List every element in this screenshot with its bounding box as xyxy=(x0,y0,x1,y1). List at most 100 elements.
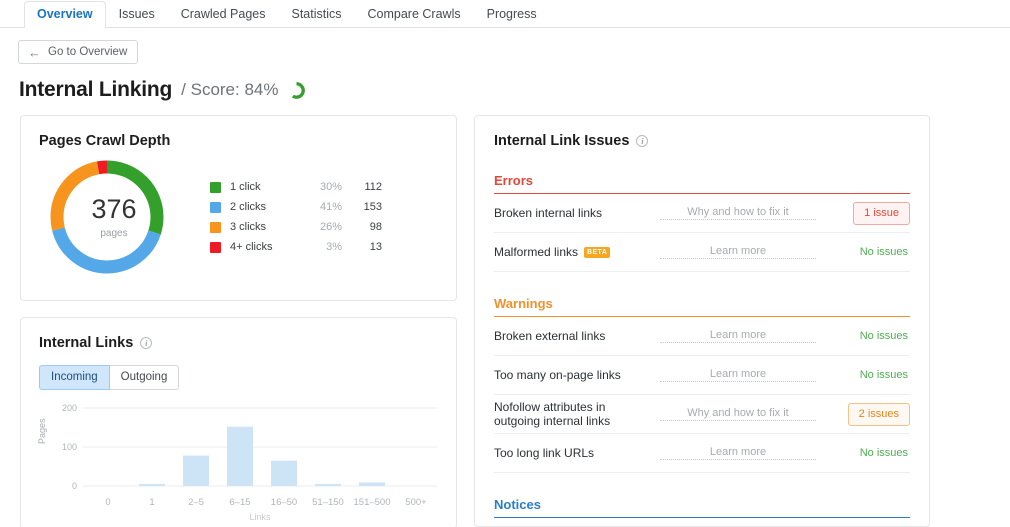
issue-help-link[interactable]: Learn more xyxy=(660,368,816,382)
svg-text:100: 100 xyxy=(62,442,77,452)
tab-progress[interactable]: Progress xyxy=(474,1,550,28)
internal-links-bar-chart[interactable]: Pages 200 100 0 xyxy=(39,400,438,520)
legend-percent: 41% xyxy=(302,201,342,213)
tab-crawled-pages[interactable]: Crawled Pages xyxy=(168,1,279,28)
internal-link-issues-card: Internal Link Issues i Errors Broken int… xyxy=(474,115,930,527)
legend-label: 4+ clicks xyxy=(230,241,302,253)
page-title: Internal Linking / Score: 84% xyxy=(0,64,1010,102)
main-tab-bar: Overview Issues Crawled Pages Statistics… xyxy=(0,0,1010,28)
crawl-depth-donut-chart[interactable]: 376 pages xyxy=(47,157,181,277)
status-badge[interactable]: 1 issue xyxy=(853,202,910,225)
y-axis-title: Pages xyxy=(37,418,47,444)
legend-swatch-1-click xyxy=(210,182,221,193)
issue-row: Too long link URLs Learn more No issues xyxy=(494,434,910,473)
legend-swatch-3-clicks xyxy=(210,222,221,233)
issue-link-cell: Learn more xyxy=(650,446,826,460)
svg-text:200: 200 xyxy=(62,403,77,413)
x-axis-title: Links xyxy=(249,512,271,520)
breadcrumb: ← Go to Overview xyxy=(0,28,1010,64)
left-column: Pages Crawl Depth 376 xyxy=(20,115,457,527)
info-icon[interactable]: i xyxy=(636,135,648,147)
legend-label: 2 clicks xyxy=(230,201,302,213)
right-column: Internal Link Issues i Errors Broken int… xyxy=(474,115,930,527)
internal-links-card: Internal Links i Incoming Outgoing Pages xyxy=(20,317,457,527)
legend-item[interactable]: 2 clicks 41% 153 xyxy=(210,201,382,213)
legend-item[interactable]: 3 clicks 26% 98 xyxy=(210,221,382,233)
issue-label: Broken external links xyxy=(494,329,650,343)
legend-percent: 3% xyxy=(302,241,342,253)
issue-help-link[interactable]: Why and how to fix it xyxy=(660,206,816,220)
tab-statistics[interactable]: Statistics xyxy=(279,1,355,28)
toggle-outgoing[interactable]: Outgoing xyxy=(110,365,180,390)
svg-text:0: 0 xyxy=(72,481,77,491)
legend-value: 153 xyxy=(342,201,382,213)
issue-label: Nofollow attributes in outgoing external… xyxy=(494,524,650,527)
issue-status-cell: 1 issue xyxy=(826,202,910,225)
legend-percent: 26% xyxy=(302,221,342,233)
issue-link-cell: Learn more xyxy=(650,329,826,343)
issue-link-cell: Why and how to fix it xyxy=(650,206,826,220)
legend-label: 3 clicks xyxy=(230,221,302,233)
legend-value: 98 xyxy=(342,221,382,233)
issue-status-cell: 2 issues xyxy=(826,403,910,426)
issue-label: Too long link URLs xyxy=(494,446,650,460)
pages-crawl-depth-title: Pages Crawl Depth xyxy=(39,133,438,149)
page-score-text: / Score: 84% xyxy=(181,80,278,100)
issue-status-cell: No issues xyxy=(826,326,910,347)
issue-label: Nofollow attributes in outgoing internal… xyxy=(494,400,650,428)
issue-row: Broken internal links Why and how to fix… xyxy=(494,194,910,233)
toggle-incoming[interactable]: Incoming xyxy=(39,365,110,390)
progress-ring-icon xyxy=(287,81,306,100)
links-direction-toggle: Incoming Outgoing xyxy=(39,365,179,390)
issue-label: Broken internal links xyxy=(494,206,650,220)
internal-links-title-text: Internal Links xyxy=(39,335,133,351)
issue-status-cell: No issues xyxy=(826,443,910,464)
status-badge: No issues xyxy=(850,443,910,464)
tab-overview[interactable]: Overview xyxy=(24,1,106,28)
issue-row: Nofollow attributes in outgoing internal… xyxy=(494,395,910,434)
tab-issues[interactable]: Issues xyxy=(106,1,168,28)
legend-item[interactable]: 4+ clicks 3% 13 xyxy=(210,241,382,253)
issue-help-link[interactable]: Why and how to fix it xyxy=(660,407,816,421)
legend-value: 13 xyxy=(342,241,382,253)
status-badge: No issues xyxy=(850,242,910,263)
status-badge[interactable]: 2 issues xyxy=(848,403,910,426)
legend-item[interactable]: 1 click 30% 112 xyxy=(210,181,382,193)
issue-link-cell: Why and how to fix it xyxy=(650,407,826,421)
issue-status-cell: No issues xyxy=(826,242,910,263)
legend-label: 1 click xyxy=(230,181,302,193)
svg-text:0: 0 xyxy=(105,497,110,508)
svg-text:1: 1 xyxy=(149,497,154,508)
internal-links-title: Internal Links i xyxy=(39,335,438,351)
arrow-left-icon: ← xyxy=(28,47,41,58)
issue-row: Malformed links BETA Learn more No issue… xyxy=(494,233,910,272)
legend-swatch-4-plus-clicks xyxy=(210,242,221,253)
info-icon[interactable]: i xyxy=(140,337,152,349)
issue-help-link[interactable]: Learn more xyxy=(660,329,816,343)
svg-text:151–500: 151–500 xyxy=(354,497,391,508)
issue-help-link[interactable]: Learn more xyxy=(660,446,816,460)
internal-link-issues-title-text: Internal Link Issues xyxy=(494,133,629,149)
content-columns: Pages Crawl Depth 376 xyxy=(0,102,1010,527)
issue-status-cell: No issues xyxy=(826,365,910,386)
go-to-overview-button[interactable]: ← Go to Overview xyxy=(18,40,138,64)
issue-link-cell: Learn more xyxy=(650,368,826,382)
status-badge: No issues xyxy=(850,365,910,386)
issue-label-wrap: Malformed links BETA xyxy=(494,245,650,259)
tab-compare-crawls[interactable]: Compare Crawls xyxy=(355,1,474,28)
issue-row: Nofollow attributes in outgoing external… xyxy=(494,518,910,527)
issue-help-link[interactable]: Learn more xyxy=(660,245,816,259)
internal-link-issues-title: Internal Link Issues i xyxy=(494,133,910,149)
issue-link-cell: Learn more xyxy=(650,245,826,259)
legend-swatch-2-clicks xyxy=(210,202,221,213)
svg-text:6–15: 6–15 xyxy=(229,497,250,508)
section-header-notices: Notices xyxy=(494,497,910,518)
legend-percent: 30% xyxy=(302,181,342,193)
svg-text:500+: 500+ xyxy=(405,497,427,508)
svg-text:16–50: 16–50 xyxy=(271,497,297,508)
status-badge: No issues xyxy=(850,326,910,347)
crawl-depth-legend: 1 click 30% 112 2 clicks 41% 153 3 click… xyxy=(210,181,382,253)
legend-value: 112 xyxy=(342,181,382,193)
beta-badge: BETA xyxy=(584,247,610,258)
donut-body: 376 pages 1 click 30% 112 2 clicks 41% xyxy=(39,149,438,277)
